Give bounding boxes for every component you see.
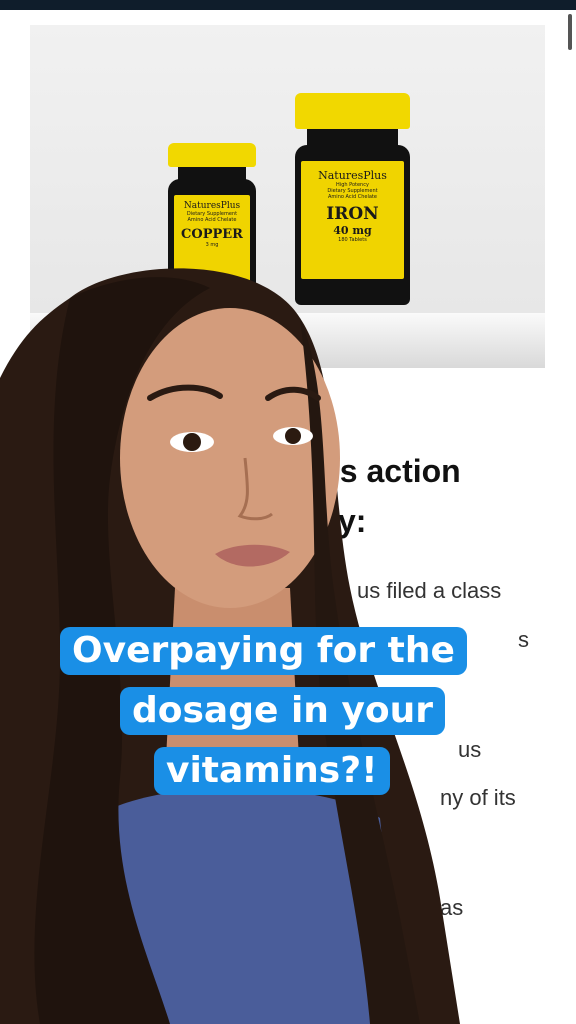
iron-brand: NaturesPlus [318,169,387,182]
caption-line-2: dosage in your [120,687,446,735]
iron-bottle-cap [295,93,410,129]
caption-line-3: vitamins?! [154,747,390,795]
article-line: s [518,627,529,652]
copper-sub2: Amino Acid Chelate [187,217,237,223]
caption-line-1: Overpaying for the [60,627,467,675]
copper-name: COPPER [181,227,243,242]
scroll-indicator[interactable] [568,14,572,50]
iron-count: 180 Tablets [338,237,367,243]
copper-brand: NaturesPlus [183,201,241,211]
iron-name: IRON [326,204,379,224]
iron-sub2: Amino Acid Chelate [328,194,377,200]
copper-dose: 3 mg [205,242,219,248]
iron-dose: 40 mg [333,224,372,237]
top-bar [0,0,576,10]
copper-bottle-cap [168,143,256,167]
